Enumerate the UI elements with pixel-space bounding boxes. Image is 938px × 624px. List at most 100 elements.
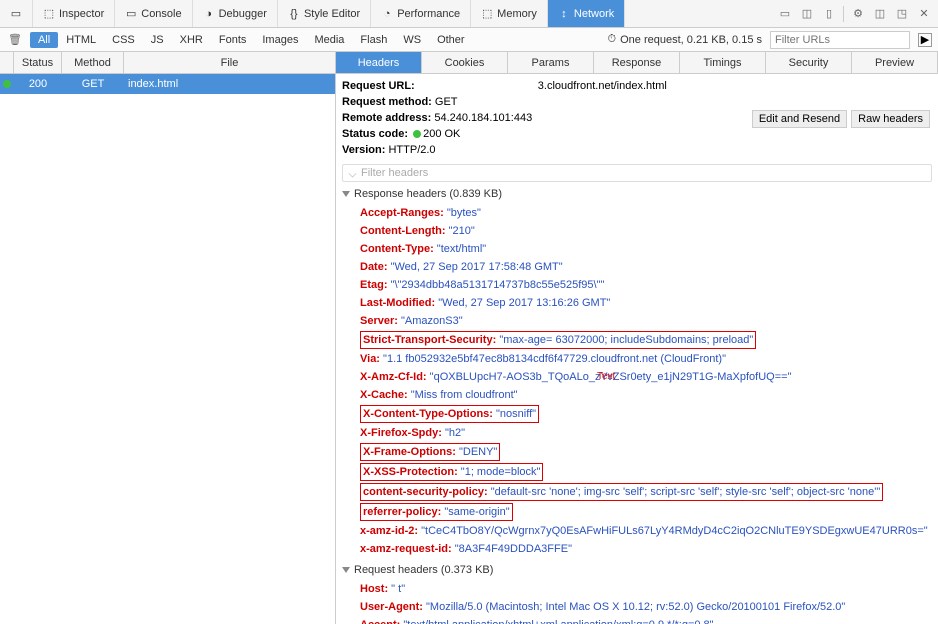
main: Status Method File 200 GET index.html He…	[0, 52, 938, 624]
filter-other[interactable]: Other	[429, 32, 473, 48]
filter-fonts[interactable]: Fonts	[211, 32, 255, 48]
debugger-icon: ◑	[203, 8, 215, 20]
header-row: x-amz-request-id: "8A3F4F49DDDA3FFE"	[342, 540, 932, 558]
style-editor-icon: {}	[288, 8, 300, 20]
request-list: Status Method File 200 GET index.html	[0, 52, 336, 624]
header-row: Accept: "text/html,application/xhtml+xml…	[342, 616, 932, 624]
detail-panel: Headers Cookies Params Response Timings …	[336, 52, 938, 624]
phone-icon[interactable]: ▯	[821, 6, 837, 22]
triangle-down-icon	[342, 567, 350, 573]
tab-console[interactable]: ▭Console	[115, 0, 192, 27]
split-icon[interactable]: ◫	[799, 6, 815, 22]
request-headers-section[interactable]: Request headers (0.373 KB)	[342, 564, 932, 576]
tab-debugger[interactable]: ◑Debugger	[193, 0, 278, 27]
detail-body: Request URL: 3.cloudfront.net/index.html…	[336, 74, 938, 624]
response-headers-section[interactable]: Response headers (0.839 KB)	[342, 188, 932, 200]
filter-bar: 🗑 All HTML CSS JS XHR Fonts Images Media…	[0, 28, 938, 52]
col-dot	[0, 52, 14, 73]
filter-flash[interactable]: Flash	[352, 32, 395, 48]
header-row: Host: " t"	[342, 580, 932, 598]
filter-js[interactable]: JS	[143, 32, 172, 48]
row-file: index.html	[124, 78, 335, 90]
request-list-header: Status Method File	[0, 52, 335, 74]
tab-style-editor[interactable]: {}Style Editor	[278, 0, 371, 27]
tab-inspector[interactable]: ⬚Inspector	[33, 0, 115, 27]
request-headers-list: Host: " t"User-Agent: "Mozilla/5.0 (Maci…	[342, 580, 932, 624]
settings-icon[interactable]: ⚙	[850, 6, 866, 22]
header-row: Via: "1.1 fb052932e5bf47ec8b8134cdf6f477…	[342, 350, 932, 368]
response-headers-list: Accept-Ranges: "bytes"Content-Length: "2…	[342, 204, 932, 558]
filter-media[interactable]: Media	[306, 32, 352, 48]
col-status[interactable]: Status	[14, 52, 62, 73]
header-row: Etag: "\"2934dbb48a5131714737b8c55e525f9…	[342, 276, 932, 294]
responsive-icon[interactable]: ▭	[777, 6, 793, 22]
console-icon: ▭	[125, 8, 137, 20]
filter-ws[interactable]: WS	[395, 32, 429, 48]
header-row: x-amz-id-2: "tCeC4TbO8Y/QcWgrnx7yQ0EsAFw…	[342, 522, 932, 540]
annotation-text: Text	[597, 371, 615, 382]
toolbar-right: ▭ ◫ ▯ ⚙ ◫ ◳ ✕	[771, 6, 938, 22]
status-value: 200 OK	[423, 128, 460, 140]
remote-value: 54.240.184.101:443	[434, 112, 532, 124]
status-dot-icon	[413, 130, 421, 138]
tab-network[interactable]: ↕Network	[548, 0, 625, 27]
status-dot-icon	[3, 80, 11, 88]
header-row: content-security-policy: "default-src 'n…	[342, 482, 932, 502]
tab-performance[interactable]: ◔Performance	[371, 0, 471, 27]
header-row: Content-Length: "210"	[342, 222, 932, 240]
url-value: 3.cloudfront.net/index.html	[538, 80, 667, 92]
header-row: Server: "AmazonS3"	[342, 312, 932, 330]
header-row: X-Content-Type-Options: "nosniff"	[342, 404, 932, 424]
dtab-headers[interactable]: Headers	[336, 52, 422, 73]
popout-icon[interactable]: ◳	[894, 6, 910, 22]
header-row: referrer-policy: "same-origin"	[342, 502, 932, 522]
dtab-preview[interactable]: Preview	[852, 52, 938, 73]
col-file[interactable]: File	[124, 52, 335, 73]
header-row: X-Amz-Cf-Id: "qOXBLUpcH7-AOS3b_TQoALo_zY…	[342, 368, 932, 386]
row-method: GET	[62, 78, 124, 90]
header-row: Accept-Ranges: "bytes"	[342, 204, 932, 222]
dtab-timings[interactable]: Timings	[680, 52, 766, 73]
filter-xhr[interactable]: XHR	[172, 32, 211, 48]
dock-icon: ▭	[10, 8, 22, 20]
tab-memory[interactable]: ⬚Memory	[471, 0, 548, 27]
separator	[843, 6, 844, 22]
devtools-toolbar: ▭ ⬚Inspector ▭Console ◑Debugger {}Style …	[0, 0, 938, 28]
dock-toggle[interactable]: ▭	[0, 0, 33, 27]
dtab-security[interactable]: Security	[766, 52, 852, 73]
clear-icon[interactable]: 🗑	[0, 33, 30, 46]
header-row: X-XSS-Protection: "1; mode=block"	[342, 462, 932, 482]
request-summary: ⏱One request, 0.21 KB, 0.15 s	[608, 33, 762, 46]
filter-headers-input[interactable]: Filter headers	[342, 164, 932, 182]
header-row: X-Firefox-Spdy: "h2"	[342, 424, 932, 442]
dtab-params[interactable]: Params	[508, 52, 594, 73]
filter-all[interactable]: All	[30, 32, 58, 48]
header-row: Last-Modified: "Wed, 27 Sep 2017 13:16:2…	[342, 294, 932, 312]
filter-html[interactable]: HTML	[58, 32, 104, 48]
header-row: Content-Type: "text/html"	[342, 240, 932, 258]
edit-resend-button[interactable]: Edit and Resend	[752, 110, 847, 128]
inspector-icon: ⬚	[43, 8, 55, 20]
close-icon[interactable]: ✕	[916, 6, 932, 22]
filter-css[interactable]: CSS	[104, 32, 143, 48]
header-row: Date: "Wed, 27 Sep 2017 17:58:48 GMT"	[342, 258, 932, 276]
stopwatch-icon: ⏱	[608, 33, 617, 46]
filter-images[interactable]: Images	[254, 32, 306, 48]
memory-icon: ⬚	[481, 8, 493, 20]
header-buttons: Edit and Resend Raw headers	[752, 110, 930, 128]
dtab-cookies[interactable]: Cookies	[422, 52, 508, 73]
detail-tabs: Headers Cookies Params Response Timings …	[336, 52, 938, 74]
dock-side-icon[interactable]: ◫	[872, 6, 888, 22]
request-row[interactable]: 200 GET index.html	[0, 74, 335, 94]
triangle-down-icon	[342, 191, 350, 197]
raw-headers-button[interactable]: Raw headers	[851, 110, 930, 128]
header-row: User-Agent: "Mozilla/5.0 (Macintosh; Int…	[342, 598, 932, 616]
filter-urls-input[interactable]	[770, 31, 910, 49]
col-method[interactable]: Method	[62, 52, 124, 73]
header-row: X-Frame-Options: "DENY"	[342, 442, 932, 462]
filter-right: ⏱One request, 0.21 KB, 0.15 s ▶	[602, 31, 938, 49]
row-status: 200	[14, 78, 62, 90]
dtab-response[interactable]: Response	[594, 52, 680, 73]
record-button[interactable]: ▶	[918, 33, 932, 47]
network-icon: ↕	[558, 8, 570, 20]
